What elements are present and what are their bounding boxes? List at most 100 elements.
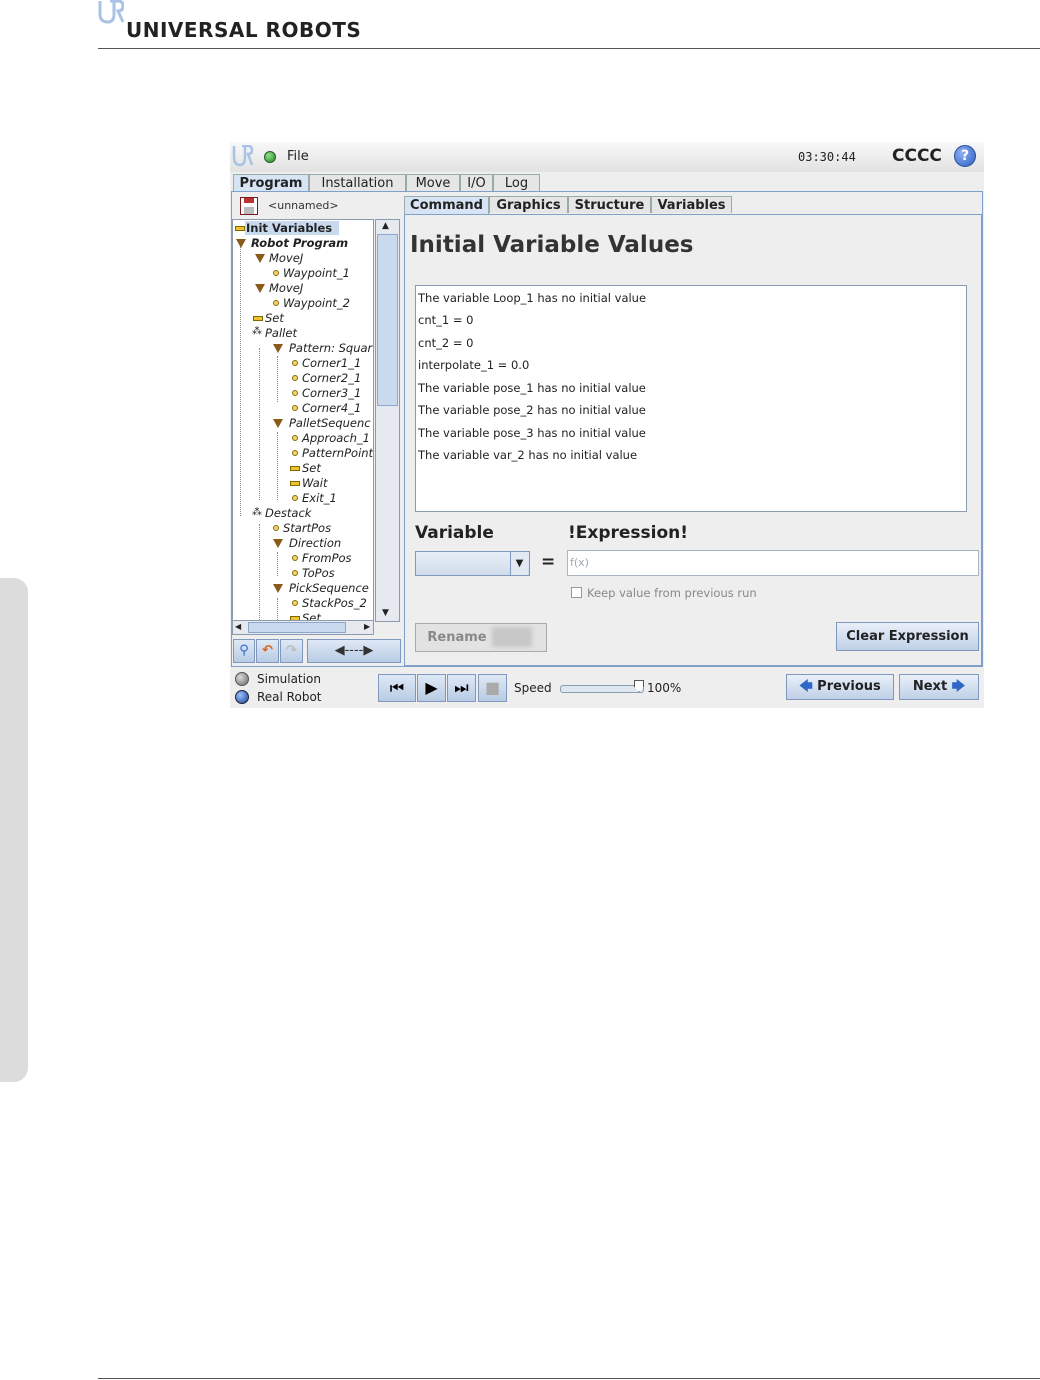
tree-node[interactable]: Corner4_1 [302, 401, 361, 415]
tree-node[interactable]: MoveJ [269, 281, 303, 295]
step-button[interactable]: ⏭ [447, 674, 476, 702]
tree-node[interactable]: Robot Program [251, 236, 348, 250]
list-item[interactable]: cnt_1 = 0 [418, 313, 473, 327]
header-divider [98, 48, 1040, 49]
stop-button[interactable]: ■ [478, 674, 507, 702]
previous-button[interactable]: 🡄 Previous [786, 674, 894, 700]
triangle-icon [255, 254, 265, 263]
dot-icon [292, 435, 298, 441]
search-icon[interactable]: ⚲ [233, 639, 255, 663]
program-tree[interactable]: Init Variables Robot Program MoveJ Waypo… [232, 219, 374, 622]
tree-node[interactable]: StackPos_2 [302, 596, 367, 610]
keep-value-checkbox[interactable] [571, 587, 582, 598]
tree-node[interactable]: Pattern: Squar [289, 341, 372, 355]
tree-guide [259, 348, 261, 500]
tree-node[interactable]: Destack [265, 506, 311, 520]
tree-node[interactable]: Exit_1 [302, 491, 337, 505]
polyscope-window: File 03:30:44 CCCC ? Program Installatio… [230, 142, 984, 708]
variable-list[interactable]: The variable Loop_1 has no initial value… [415, 285, 967, 512]
pallet-icon: ⁂ [252, 507, 262, 518]
save-program-icon[interactable] [240, 197, 258, 215]
dot-icon [292, 555, 298, 561]
ur-logo-icon[interactable] [232, 145, 254, 167]
variable-label: Variable [415, 523, 494, 543]
redacted-block [492, 627, 532, 647]
tab-io[interactable]: I/O [460, 174, 493, 191]
expression-label: !Expression! [568, 523, 689, 543]
triangle-icon [273, 419, 283, 428]
dot-icon [273, 270, 279, 276]
tab-command[interactable]: Command [404, 196, 489, 215]
tab-installation[interactable]: Installation [309, 174, 406, 191]
previous-label: Previous [817, 679, 881, 694]
triangle-icon [273, 584, 283, 593]
tree-node[interactable]: ToPos [302, 566, 335, 580]
real-robot-label: Real Robot [257, 690, 322, 704]
speed-value: 100% [647, 681, 682, 695]
triangle-icon [236, 239, 246, 248]
tree-node[interactable]: Wait [302, 476, 328, 490]
tree-node[interactable]: FromPos [302, 551, 352, 565]
help-icon[interactable]: ? [954, 145, 976, 167]
simulation-radio[interactable] [235, 672, 249, 686]
list-item[interactable]: The variable pose_2 has no initial value [418, 403, 646, 417]
expression-input[interactable]: f(x) [567, 550, 979, 576]
tree-node[interactable]: Corner2_1 [302, 371, 361, 385]
tree-horizontal-scroll-thumb[interactable] [248, 622, 346, 633]
tree-node[interactable]: Corner1_1 [302, 356, 361, 370]
tab-graphics[interactable]: Graphics [489, 196, 568, 213]
list-item[interactable]: cnt_2 = 0 [418, 336, 473, 350]
arrow-right-icon: 🡆 [951, 679, 966, 694]
triangle-icon [255, 284, 265, 293]
redo-icon[interactable]: ↷ [280, 639, 303, 663]
bar-icon [253, 316, 263, 321]
scroll-left-icon[interactable]: ◀ [235, 622, 241, 631]
tab-structure[interactable]: Structure [568, 196, 651, 213]
list-item[interactable]: The variable pose_1 has no initial value [418, 381, 646, 395]
dot-icon [292, 375, 298, 381]
tree-node-init-variables[interactable]: Init Variables [246, 221, 332, 235]
real-robot-radio[interactable] [235, 690, 249, 704]
tree-node[interactable]: Waypoint_2 [283, 296, 350, 310]
tree-node[interactable]: Direction [289, 536, 341, 550]
next-button[interactable]: Next 🡆 [899, 674, 979, 700]
chevron-down-icon[interactable]: ▼ [510, 552, 528, 575]
scroll-right-icon[interactable]: ▶ [364, 622, 370, 631]
play-button[interactable]: ▶ [417, 674, 446, 702]
speed-slider[interactable] [560, 685, 644, 693]
triangle-icon [273, 539, 283, 548]
bar-icon [235, 226, 245, 231]
tree-node[interactable]: Waypoint_1 [283, 266, 350, 280]
tree-node[interactable]: Pallet [265, 326, 297, 340]
list-item[interactable]: The variable pose_3 has no initial value [418, 426, 646, 440]
top-bar: File 03:30:44 CCCC ? [230, 142, 984, 172]
dot-icon [292, 405, 298, 411]
tree-node[interactable]: PatternPoint [302, 446, 373, 460]
tab-variables[interactable]: Variables [651, 196, 732, 213]
bar-icon [290, 466, 300, 471]
undo-icon[interactable]: ↶ [256, 639, 279, 663]
scroll-up-icon[interactable]: ▲ [382, 221, 389, 231]
list-item[interactable]: The variable var_2 has no initial value [418, 448, 637, 462]
tree-node[interactable]: Corner3_1 [302, 386, 361, 400]
move-node-icon[interactable]: ◀‑‑‑‑▶ [307, 639, 401, 663]
tree-node[interactable]: Set [265, 311, 284, 325]
file-menu[interactable]: File [287, 149, 309, 164]
tree-node[interactable]: StartPos [283, 521, 331, 535]
rewind-button[interactable]: ⏮ [378, 674, 416, 702]
clear-expression-button[interactable]: Clear Expression [836, 622, 979, 651]
list-item[interactable]: interpolate_1 = 0.0 [418, 358, 529, 372]
tree-vertical-scroll-thumb[interactable] [377, 234, 398, 406]
scroll-down-icon[interactable]: ▼ [382, 608, 389, 618]
tab-move[interactable]: Move [406, 174, 460, 191]
tree-node[interactable]: Approach_1 [302, 431, 370, 445]
tab-log[interactable]: Log [493, 174, 540, 191]
tree-node[interactable]: PalletSequenc [289, 416, 371, 430]
tree-node[interactable]: Set [302, 461, 321, 475]
next-label: Next [912, 679, 948, 694]
equals-sign: = [541, 552, 556, 572]
tree-node[interactable]: PickSequence [289, 581, 369, 595]
tree-guide [259, 524, 261, 621]
tree-node[interactable]: MoveJ [269, 251, 303, 265]
list-item[interactable]: The variable Loop_1 has no initial value [418, 291, 646, 305]
